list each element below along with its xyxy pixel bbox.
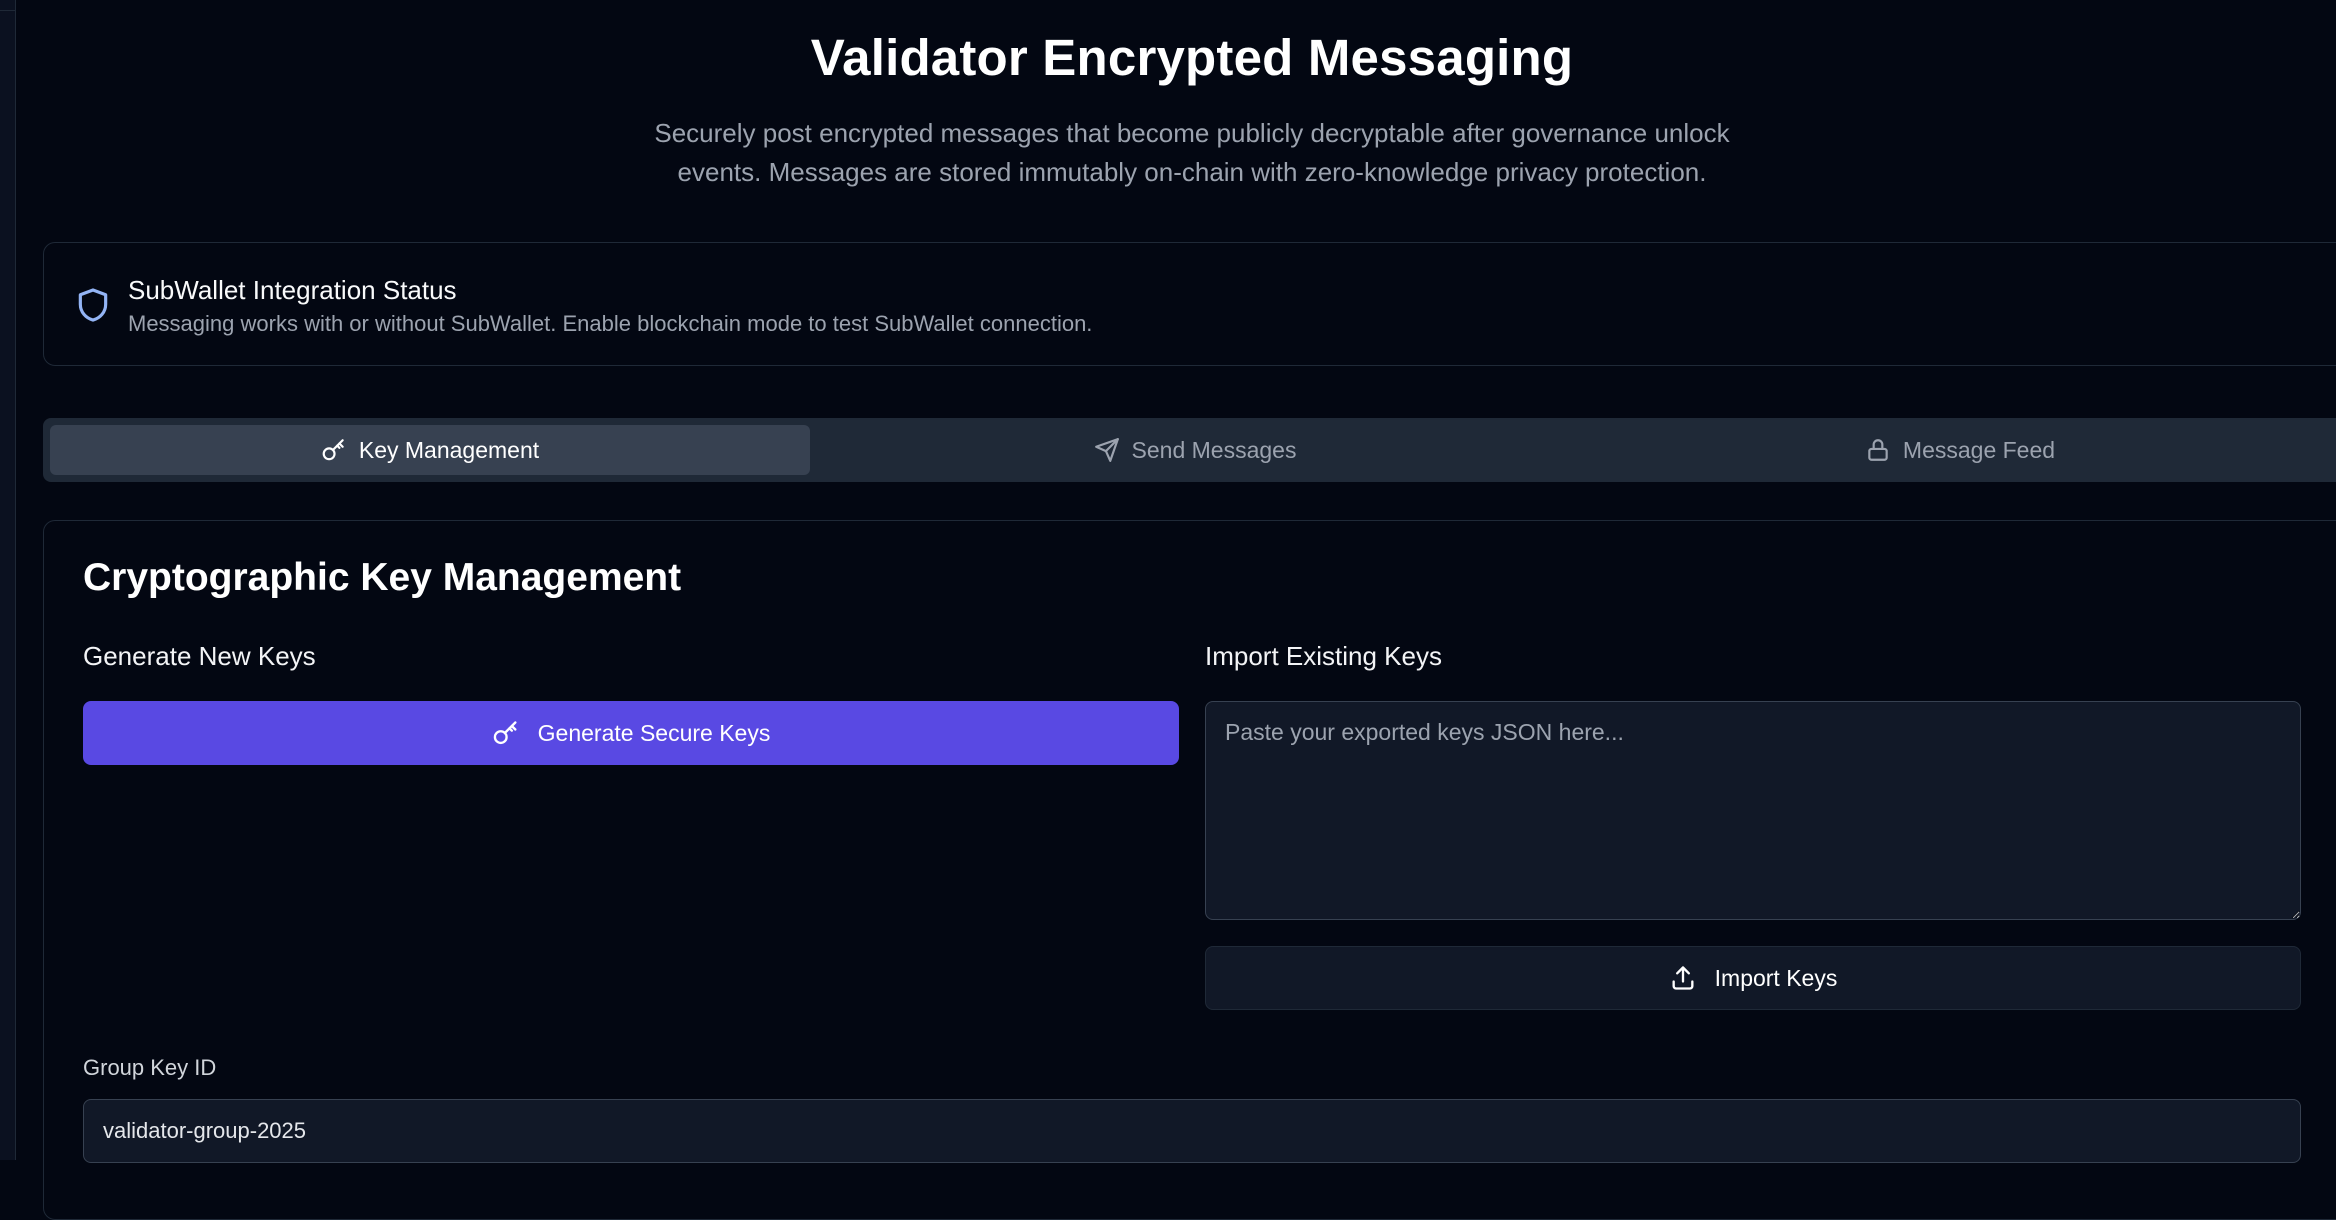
- status-description: Messaging works with or without SubWalle…: [128, 311, 1093, 336]
- left-rail-divider: [0, 10, 15, 11]
- group-key-id-input[interactable]: [83, 1099, 2301, 1163]
- tab-send-messages[interactable]: Send Messages: [815, 425, 1575, 475]
- generate-keys-button-label: Generate Secure Keys: [537, 719, 771, 746]
- status-title: SubWallet Integration Status: [128, 275, 457, 305]
- key-icon: [493, 721, 517, 745]
- tab-bar: Key Management Send Messages Message Fee…: [43, 418, 2336, 482]
- upload-icon: [1672, 966, 1694, 990]
- page-title: Validator Encrypted Messaging: [810, 29, 1574, 86]
- tab-key-management-label: Key Management: [358, 436, 540, 463]
- tab-message-feed-label: Message Feed: [1902, 436, 2056, 463]
- left-rail: [0, 0, 16, 1160]
- import-keys-button[interactable]: Import Keys: [1205, 946, 2301, 1010]
- page-subtitle: Securely post encrypted messages that be…: [654, 118, 1730, 187]
- panel-title: Cryptographic Key Management: [83, 556, 682, 599]
- tab-message-feed[interactable]: Message Feed: [1580, 425, 2336, 475]
- import-keys-textarea[interactable]: [1205, 701, 2301, 920]
- import-keys-heading: Import Existing Keys: [1205, 641, 1442, 671]
- group-key-id-label: Group Key ID: [83, 1055, 217, 1080]
- generate-keys-heading: Generate New Keys: [83, 641, 316, 671]
- tab-send-messages-label: Send Messages: [1131, 436, 1297, 463]
- import-keys-button-label: Import Keys: [1714, 964, 1838, 991]
- shield-icon: [78, 288, 108, 322]
- send-icon: [1094, 438, 1119, 462]
- generate-keys-button[interactable]: Generate Secure Keys: [83, 701, 1179, 765]
- tab-key-management[interactable]: Key Management: [50, 425, 810, 475]
- key-icon: [322, 439, 344, 461]
- key-management-panel: Cryptographic Key Management Generate Ne…: [43, 520, 2336, 1220]
- lock-icon: [1868, 439, 1888, 461]
- subwallet-status-card: SubWallet Integration Status Messaging w…: [43, 242, 2336, 366]
